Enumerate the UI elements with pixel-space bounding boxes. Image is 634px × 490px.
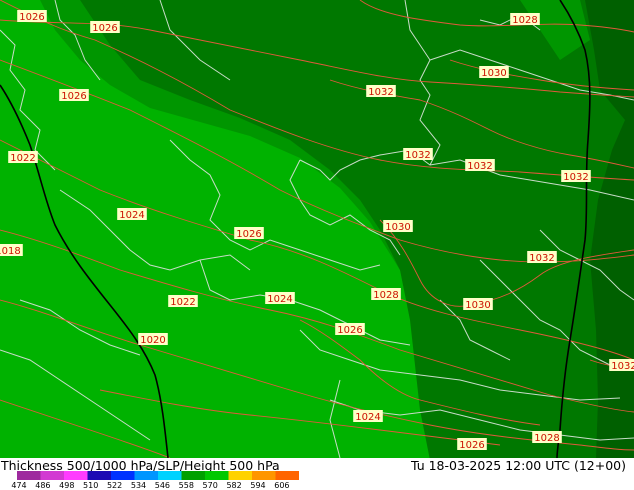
scale-swatch — [228, 471, 253, 480]
isobar-label: 1032 — [527, 251, 557, 264]
isobar-label: 1024 — [353, 410, 383, 423]
isobar-label: 1024 — [117, 208, 147, 221]
valid-time: Tu 18-03-2025 12:00 UTC (12+00) — [410, 458, 626, 473]
scale-swatch — [111, 471, 135, 480]
svg-text:1024: 1024 — [355, 412, 380, 423]
isobar-label: 1032 — [609, 359, 634, 372]
svg-text:1030: 1030 — [385, 222, 410, 233]
scale-swatch — [252, 471, 276, 480]
scale-swatch — [158, 471, 182, 480]
isobar-label: 1026 — [234, 227, 264, 240]
svg-text:1030: 1030 — [481, 68, 506, 79]
scale-swatch — [181, 471, 206, 480]
scale-swatch — [40, 471, 65, 480]
map-canvas: 1026 1026 1028 1030 1026 1032 1022 1032 1032 1032… — [0, 0, 634, 458]
scale-tick-label: 498 — [59, 481, 75, 490]
thickness-color-scale — [17, 471, 299, 480]
scale-tick-label: 558 — [178, 481, 194, 490]
svg-text:1022: 1022 — [170, 297, 195, 308]
svg-text:1032: 1032 — [529, 253, 554, 264]
isobar-label: 1026 — [335, 323, 365, 336]
scale-swatch — [205, 471, 229, 480]
scale-tick-label: 546 — [154, 481, 171, 490]
svg-text:1026: 1026 — [459, 440, 484, 451]
scale-tick-label: 522 — [106, 481, 123, 490]
svg-text:1024: 1024 — [119, 210, 144, 221]
isobar-label: 1022 — [168, 295, 198, 308]
isobar-label: 1030 — [383, 220, 413, 233]
scale-swatch — [64, 471, 88, 480]
svg-text:1028: 1028 — [373, 290, 398, 301]
svg-text:1020: 1020 — [140, 335, 165, 346]
thickness-scale-ticks: 474 486 498 510 522 534 546 558 570 582 594 606 — [0, 481, 634, 490]
svg-text:1032: 1032 — [405, 150, 430, 161]
svg-text:1018: 1018 — [0, 246, 21, 257]
isobar-label: 1032 — [366, 85, 396, 98]
isobar-label: 1032 — [403, 148, 433, 161]
svg-text:1026: 1026 — [19, 12, 44, 23]
svg-text:1028: 1028 — [512, 15, 537, 26]
scale-tick-label: 582 — [226, 481, 242, 490]
svg-text:1028: 1028 — [534, 433, 559, 444]
scale-swatch — [17, 471, 41, 480]
svg-text:1032: 1032 — [611, 361, 634, 372]
isobar-label: 1018 — [0, 244, 23, 257]
scale-tick-label: 510 — [83, 481, 99, 490]
isobar-label: 1022 — [8, 151, 38, 164]
svg-text:1032: 1032 — [467, 161, 492, 172]
footer: Thickness 500/1000 hPa/SLP/Height 500 hP… — [0, 458, 634, 490]
scale-tick-label: 570 — [202, 481, 218, 490]
scale-tick-label: 534 — [130, 481, 147, 490]
isobar-label: 1028 — [371, 288, 401, 301]
svg-text:1032: 1032 — [563, 172, 588, 183]
isobar-label: 1020 — [138, 333, 168, 346]
svg-text:1026: 1026 — [61, 91, 86, 102]
svg-text:1026: 1026 — [92, 23, 117, 34]
isobar-label: 1026 — [90, 21, 120, 34]
isobar-label: 1024 — [265, 292, 295, 305]
scale-swatch — [134, 471, 159, 480]
svg-text:1026: 1026 — [236, 229, 261, 240]
svg-text:1022: 1022 — [10, 153, 35, 164]
isobar-label: 1032 — [561, 170, 591, 183]
isobar-label: 1026 — [457, 438, 487, 451]
scale-swatch — [87, 471, 112, 480]
svg-text:1026: 1026 — [337, 325, 362, 336]
scale-tick-label: 486 — [35, 481, 51, 490]
scale-tick-label: 474 — [11, 481, 27, 490]
scale-tick-label: 594 — [250, 481, 266, 490]
isobar-label: 1026 — [59, 89, 89, 102]
isobar-label: 1032 — [465, 159, 495, 172]
isobar-label: 1026 — [17, 10, 47, 23]
weather-map: 1026 1026 1028 1030 1026 1032 1022 1032 1032 1032… — [0, 0, 634, 458]
svg-text:1024: 1024 — [267, 294, 292, 305]
isobar-label: 1028 — [532, 431, 562, 444]
svg-text:1030: 1030 — [465, 300, 490, 311]
scale-tick-label: 606 — [274, 481, 290, 490]
isobar-label: 1028 — [510, 13, 540, 26]
svg-text:1032: 1032 — [368, 87, 393, 98]
isobar-label: 1030 — [463, 298, 493, 311]
isobar-label: 1030 — [479, 66, 509, 79]
scale-swatch — [275, 471, 299, 480]
